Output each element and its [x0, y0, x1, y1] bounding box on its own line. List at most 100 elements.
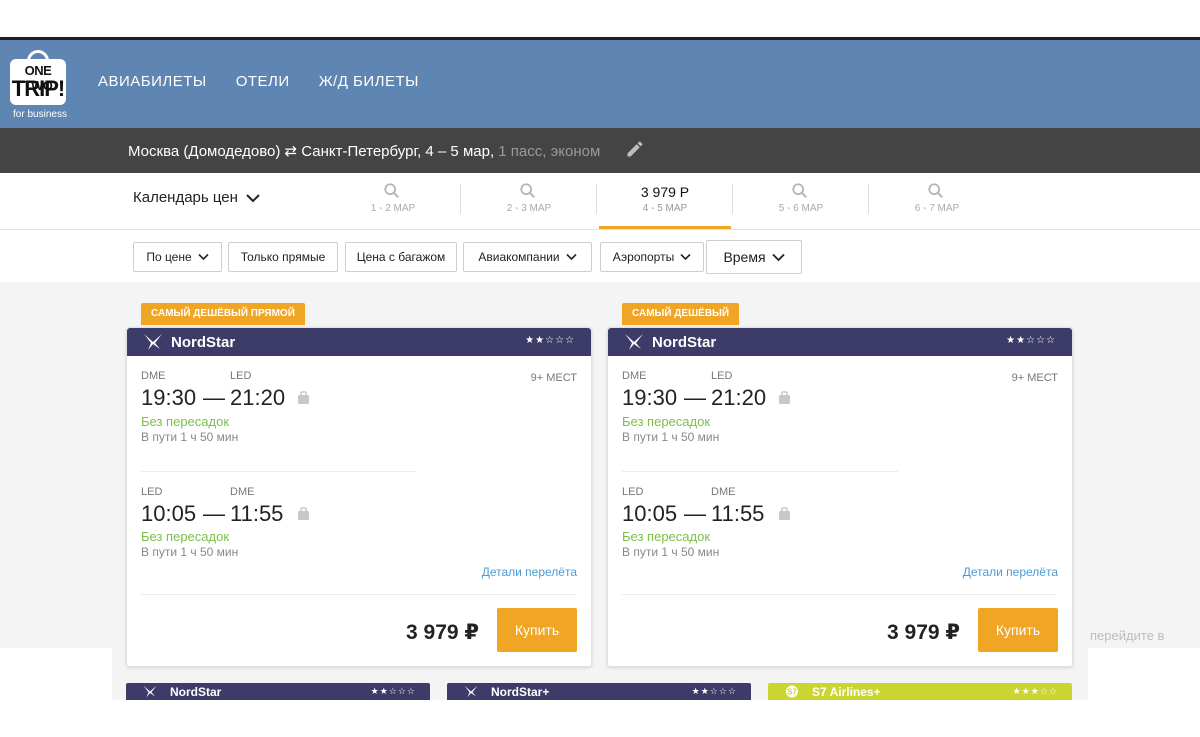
chevron-down-icon — [198, 253, 209, 261]
price-calendar: Календарь цен 1 - 2 МАР 2 - 3 МАР 3 979 … — [0, 173, 1200, 230]
filters-bar: По цене Только прямые Цена с багажом Ави… — [0, 230, 1200, 282]
departure-time: 19:30 — [622, 385, 678, 410]
arrival-time: 11:55 — [711, 501, 765, 526]
chevron-down-icon — [680, 253, 691, 261]
airline-name: NordStar — [170, 685, 222, 699]
logo-line3: for business — [13, 109, 67, 120]
leg-divider — [141, 471, 417, 472]
arrival-airport: DME — [711, 486, 736, 498]
svg-text:S7: S7 — [787, 688, 797, 697]
arrival-time: 21:20 — [230, 385, 286, 410]
price-calendar-toggle[interactable]: Календарь цен — [133, 189, 260, 206]
onetwotrip-logo[interactable]: ONE TWO TRIP! for business — [10, 50, 70, 122]
filter-airports[interactable]: Аэропорты — [600, 242, 704, 272]
time-dash: — — [684, 385, 706, 410]
rating-stars: ★★☆☆☆ — [370, 686, 416, 696]
rating-stars: ★★☆☆☆ — [691, 686, 737, 696]
search-passengers: 1 пасс, эконом — [498, 143, 601, 160]
calendar-day-price: 3 979 Р — [640, 184, 690, 200]
filter-label: Цена с багажом — [356, 250, 446, 264]
buy-button[interactable]: Купить — [978, 608, 1058, 652]
nonstop-label: Без пересадок — [622, 529, 711, 544]
chevron-down-icon — [771, 253, 785, 261]
flight-duration: В пути 1 ч 50 мин — [622, 545, 720, 559]
card-header: NordStar ★★☆☆☆ — [608, 328, 1072, 356]
filter-direct-only[interactable]: Только прямые — [228, 242, 338, 272]
nordstar-logo-icon — [625, 334, 643, 350]
search-icon — [384, 183, 400, 199]
filter-sort-price[interactable]: По цене — [133, 242, 222, 272]
flight-details-link[interactable]: Детали перелёта — [963, 565, 1058, 579]
calendar-day-5[interactable]: 6 - 7 МАР — [869, 173, 1005, 229]
calendar-day-2[interactable]: 2 - 3 МАР — [461, 173, 597, 229]
arrival-time: 21:20 — [711, 385, 767, 410]
chevron-down-icon — [246, 193, 260, 202]
nonstop-label: Без пересадок — [622, 414, 711, 429]
filter-time[interactable]: Время — [706, 240, 802, 274]
calendar-day-date: 2 - 3 МАР — [506, 203, 552, 214]
search-icon — [520, 183, 536, 199]
main-nav: АВИАБИЛЕТЫ ОТЕЛИ Ж/Д БИЛЕТЫ — [98, 73, 419, 90]
ticket-price: 3 979 ₽ — [406, 621, 479, 644]
rating-stars: ★★☆☆☆ — [1006, 335, 1056, 346]
calendar-day-date: 1 - 2 МАР — [370, 203, 416, 214]
buy-button[interactable]: Купить — [497, 608, 577, 652]
airline-name: S7 Airlines+ — [812, 685, 881, 699]
departure-airport: LED — [622, 486, 644, 498]
airline-name: NordStar — [171, 334, 236, 351]
nonstop-label: Без пересадок — [141, 414, 230, 429]
flight-card-4-header[interactable]: NordStar+ ★★☆☆☆ — [447, 683, 751, 700]
card-header: NordStar ★★☆☆☆ — [127, 328, 591, 356]
airline-name: NordStar — [652, 334, 717, 351]
flight-card-5-header[interactable]: S7 S7 Airlines+ ★★★☆☆ — [768, 683, 1072, 700]
flight-duration: В пути 1 ч 50 мин — [622, 430, 720, 444]
price-divider — [141, 594, 575, 595]
rating-stars: ★★☆☆☆ — [525, 335, 575, 346]
flight-card-1[interactable]: NordStar ★★☆☆☆ 9+ МЕСТ DME LED 19:30 — 2… — [126, 327, 592, 667]
price-calendar-label: Календарь цен — [133, 189, 238, 206]
filter-label: Время — [723, 249, 766, 265]
chevron-down-icon — [566, 253, 577, 261]
calendar-day-3-selected[interactable]: 3 979 Р 4 - 5 МАР — [597, 173, 733, 229]
departure-airport: DME — [622, 370, 647, 382]
arrival-airport: LED — [230, 370, 252, 382]
nav-trains[interactable]: Ж/Д БИЛЕТЫ — [319, 73, 419, 90]
calendar-day-4[interactable]: 5 - 6 МАР — [733, 173, 869, 229]
time-dash: — — [684, 501, 706, 526]
flight-duration: В пути 1 ч 50 мин — [141, 430, 239, 444]
search-summary-bar: Москва (Домодедово) ⇄ Санкт-Петербург, 4… — [0, 128, 1200, 173]
nav-hotels[interactable]: ОТЕЛИ — [236, 73, 290, 90]
calendar-day-date: 5 - 6 МАР — [778, 203, 824, 214]
baggage-icon — [779, 391, 790, 404]
seats-available: 9+ МЕСТ — [1011, 372, 1058, 384]
search-icon — [792, 183, 808, 199]
filter-label: Аэропорты — [612, 250, 675, 264]
nav-flights[interactable]: АВИАБИЛЕТЫ — [98, 73, 207, 90]
calendar-day-date: 6 - 7 МАР — [914, 203, 960, 214]
flight-duration: В пути 1 ч 50 мин — [141, 545, 239, 559]
nordstar-logo-icon — [144, 334, 162, 350]
logo-line2: TRIP! — [11, 76, 65, 101]
departure-airport: LED — [141, 486, 163, 498]
nordstar-logo-icon — [464, 685, 478, 698]
baggage-icon — [779, 507, 790, 520]
edit-pencil-icon[interactable] — [625, 139, 645, 159]
filter-label: Авиакомпании — [478, 250, 560, 264]
flight-details-link[interactable]: Детали перелёта — [482, 565, 577, 579]
flight-card-2[interactable]: NordStar ★★☆☆☆ 9+ МЕСТ DME LED 19:30 — 2… — [607, 327, 1073, 667]
time-dash: — — [203, 501, 225, 526]
site-header: ONE TWO TRIP! for business АВИАБИЛЕТЫ ОТ… — [0, 40, 1200, 128]
filter-airlines[interactable]: Авиакомпании — [463, 242, 592, 272]
ticket-price: 3 979 ₽ — [887, 621, 960, 644]
search-summary[interactable]: Москва (Домодедово) ⇄ Санкт-Петербург, 4… — [128, 142, 600, 160]
leg-divider — [622, 471, 898, 472]
flight-card-3-header[interactable]: NordStar ★★☆☆☆ — [126, 683, 430, 700]
filter-with-baggage[interactable]: Цена с багажом — [345, 242, 457, 272]
departure-time: 10:05 — [622, 501, 678, 526]
arrival-airport: DME — [230, 486, 255, 498]
departure-time: 10:05 — [141, 501, 197, 526]
filter-label: По цене — [146, 250, 192, 264]
airline-name: NordStar+ — [491, 685, 550, 699]
calendar-day-1[interactable]: 1 - 2 МАР — [325, 173, 461, 229]
arrival-time: 11:55 — [230, 501, 284, 526]
